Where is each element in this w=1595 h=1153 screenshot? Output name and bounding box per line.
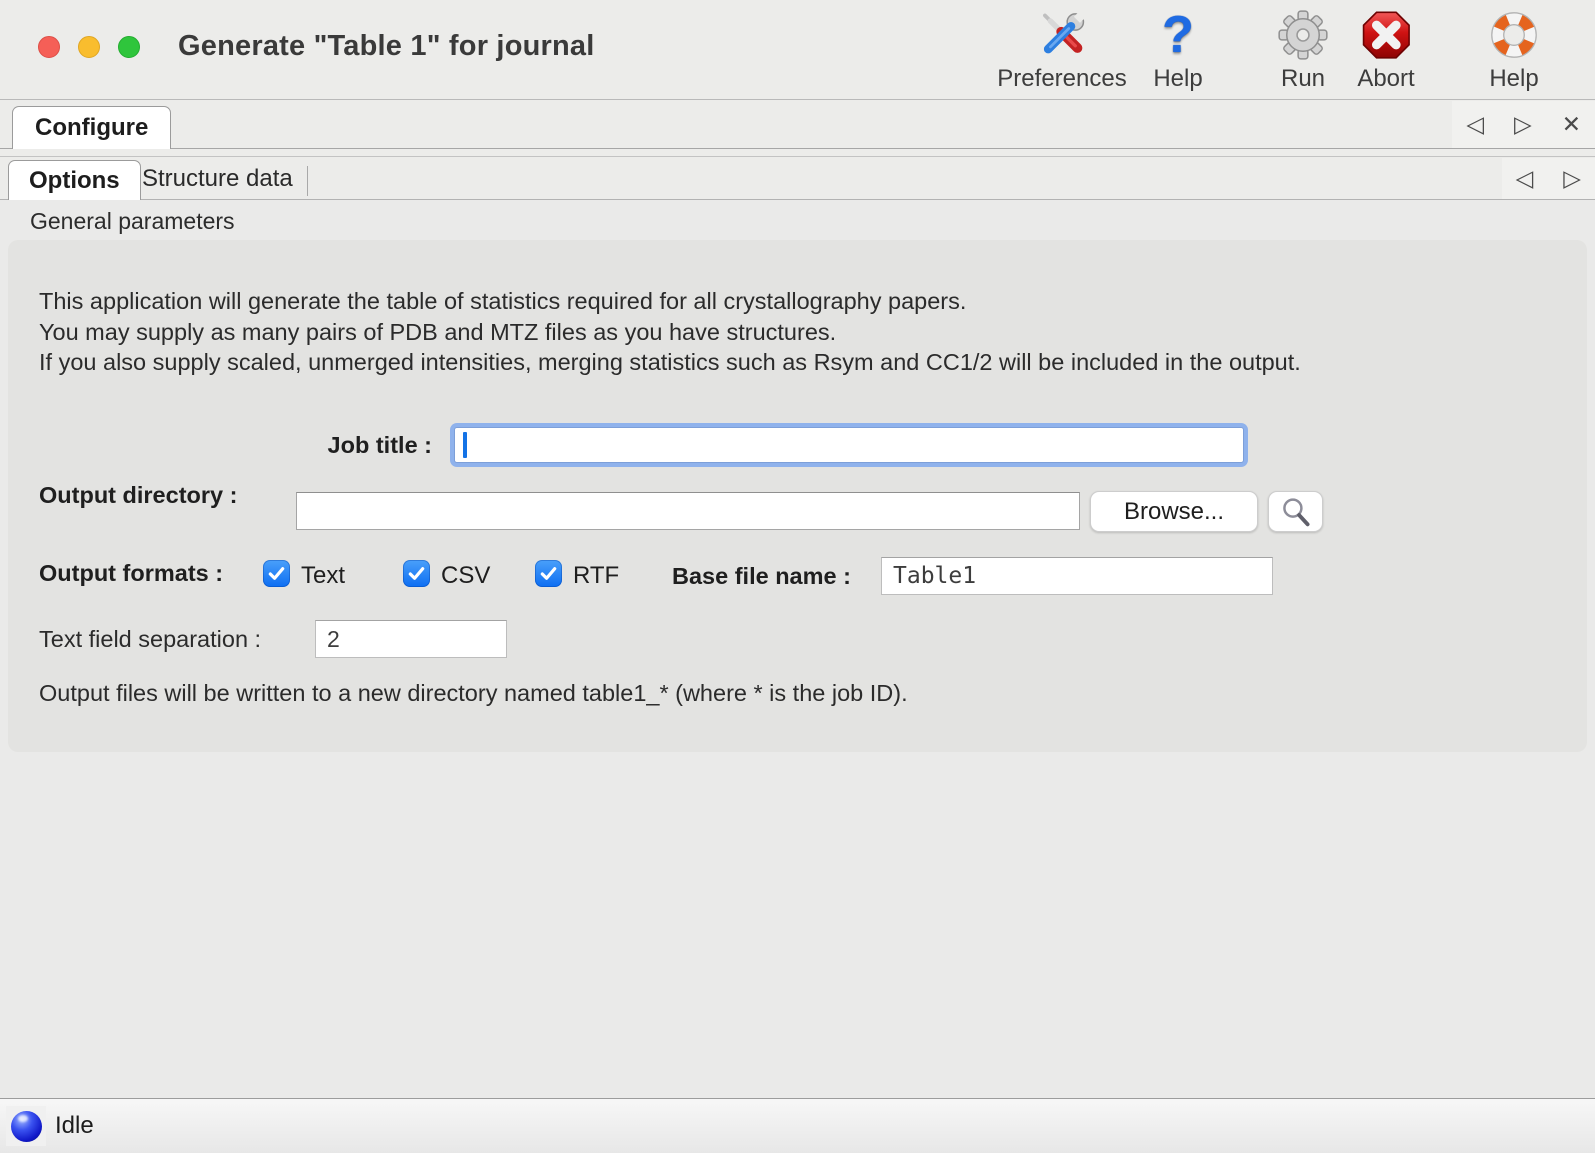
status-sphere-icon	[11, 1111, 42, 1142]
description-line-2: You may supply as many pairs of PDB and …	[39, 317, 1301, 348]
options-tab-row: Options Structure data ◁ ▷	[0, 158, 1595, 200]
checkmark-icon	[539, 564, 558, 583]
configure-tab-row: Configure ◁ ▷ ✕	[0, 101, 1595, 149]
help-label: Help	[1153, 65, 1202, 93]
section-title: General parameters	[30, 208, 235, 235]
tab-close-icon[interactable]: ✕	[1562, 111, 1581, 138]
checkbox-rtf-label[interactable]: RTF	[573, 562, 619, 590]
abort-label: Abort	[1357, 65, 1414, 93]
abort-button[interactable]: Abort	[1357, 6, 1414, 93]
status-bar: Idle	[0, 1098, 1595, 1153]
title-bar: Generate "Table 1" for journal Preferenc…	[0, 0, 1595, 100]
tab-next-icon[interactable]: ▷	[1514, 111, 1532, 138]
stop-icon	[1360, 6, 1412, 64]
zoom-window-button[interactable]	[118, 36, 140, 58]
preferences-label: Preferences	[997, 65, 1126, 93]
tab-row-divider	[0, 150, 1595, 157]
lifesaver-icon	[1488, 6, 1540, 64]
help-button[interactable]: ? Help	[1153, 6, 1202, 93]
base-file-name-label: Base file name :	[672, 563, 851, 590]
checkbox-rtf[interactable]	[535, 560, 562, 587]
output-note: Output files will be written to a new di…	[39, 680, 908, 707]
checkbox-csv-label[interactable]: CSV	[441, 562, 490, 590]
checkbox-text-label[interactable]: Text	[301, 562, 345, 590]
status-text: Idle	[55, 1112, 94, 1140]
help-manual-button[interactable]: Help	[1488, 6, 1540, 93]
tab-structure-data[interactable]: Structure data	[122, 159, 313, 199]
tools-icon	[1036, 6, 1088, 64]
job-title-input[interactable]	[454, 427, 1244, 463]
help-manual-label: Help	[1489, 65, 1538, 93]
checkbox-text[interactable]	[263, 560, 290, 587]
subtab-prev-icon[interactable]: ◁	[1516, 165, 1534, 192]
status-indicator	[6, 1106, 46, 1146]
tab-separator	[307, 166, 308, 196]
tab-prev-icon[interactable]: ◁	[1466, 111, 1484, 138]
output-directory-label: Output directory :	[39, 482, 237, 509]
preferences-button[interactable]: Preferences	[997, 6, 1126, 93]
description-text: This application will generate the table…	[39, 286, 1301, 378]
window-title: Generate "Table 1" for journal	[178, 30, 595, 63]
output-directory-input[interactable]	[296, 492, 1080, 530]
text-caret	[463, 432, 467, 458]
checkmark-icon	[407, 564, 426, 583]
tab-options[interactable]: Options	[8, 160, 141, 200]
subtab-next-icon[interactable]: ▷	[1563, 165, 1581, 192]
magnifier-icon	[1279, 495, 1313, 529]
search-directory-button[interactable]	[1268, 491, 1323, 532]
run-label: Run	[1281, 65, 1325, 93]
checkbox-csv[interactable]	[403, 560, 430, 587]
question-icon: ?	[1162, 6, 1194, 64]
text-field-separation-label: Text field separation :	[39, 626, 261, 653]
minimize-window-button[interactable]	[78, 36, 100, 58]
options-panel-content: General parameters This application will…	[0, 200, 1595, 1098]
description-line-3: If you also supply scaled, unmerged inte…	[39, 347, 1301, 378]
text-field-separation-input[interactable]	[315, 620, 507, 658]
base-file-name-input[interactable]	[881, 557, 1273, 595]
run-button[interactable]: Run	[1277, 6, 1329, 93]
gear-icon	[1277, 6, 1329, 64]
job-title-label: Job title :	[8, 432, 432, 459]
options-tab-nav: ◁ ▷	[1502, 158, 1595, 199]
output-formats-label: Output formats :	[39, 560, 223, 587]
close-window-button[interactable]	[38, 36, 60, 58]
job-title-field-focus-ring	[450, 423, 1248, 467]
general-parameters-panel: This application will generate the table…	[8, 240, 1587, 752]
description-line-1: This application will generate the table…	[39, 286, 1301, 317]
checkmark-icon	[267, 564, 286, 583]
browse-button[interactable]: Browse...	[1090, 491, 1258, 532]
tab-configure[interactable]: Configure	[12, 106, 171, 149]
configure-tab-nav: ◁ ▷ ✕	[1452, 101, 1595, 148]
